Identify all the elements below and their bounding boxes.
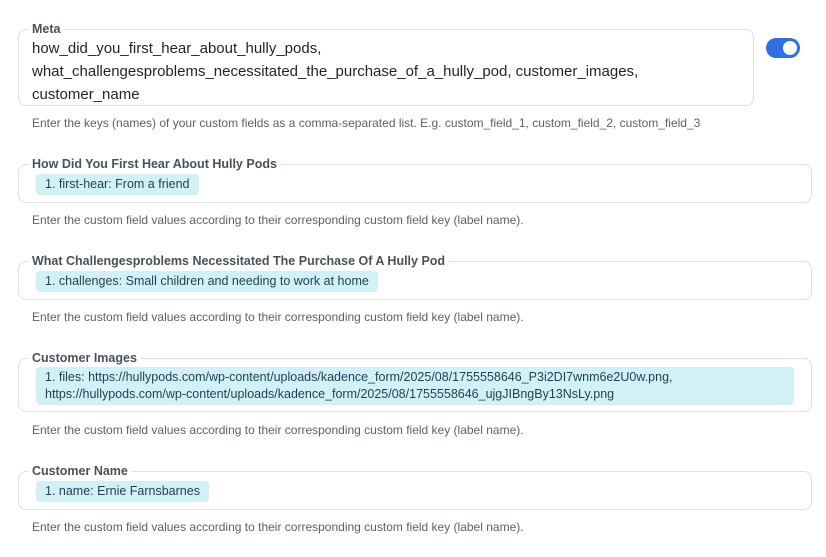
value-chip[interactable]: 1. challenges: Small children and needin… xyxy=(36,271,378,292)
field-label: What Challengesproblems Necessitated The… xyxy=(28,253,450,269)
field-value-box[interactable]: 1. name: Ernie Farnsbarnes xyxy=(18,471,812,510)
field-help-text: Enter the custom field values according … xyxy=(32,520,524,534)
field-label: Customer Images xyxy=(28,350,141,366)
field-help-text: Enter the custom field values according … xyxy=(32,423,524,437)
field-help-text: Enter the custom field values according … xyxy=(32,213,524,227)
field-help-text: Enter the custom field values according … xyxy=(32,310,524,324)
field-value-box[interactable]: 1. files: https://hullypods.com/wp-conte… xyxy=(18,358,812,412)
meta-label: Meta xyxy=(28,21,65,37)
value-chip[interactable]: 1. name: Ernie Farnsbarnes xyxy=(36,481,209,502)
meta-section: how_did_you_first_hear_about_hully_pods,… xyxy=(18,21,754,139)
meta-textarea[interactable]: how_did_you_first_hear_about_hully_pods,… xyxy=(18,29,754,106)
field-label: Customer Name xyxy=(28,463,132,479)
value-chip[interactable]: 1. first-hear: From a friend xyxy=(36,174,199,195)
toggle-knob xyxy=(783,41,797,55)
field-label: How Did You First Hear About Hully Pods xyxy=(28,156,281,172)
meta-toggle-switch[interactable] xyxy=(766,38,800,58)
meta-keys-text[interactable]: how_did_you_first_hear_about_hully_pods,… xyxy=(32,37,743,106)
value-chip[interactable]: 1. files: https://hullypods.com/wp-conte… xyxy=(36,367,794,405)
meta-help-text: Enter the keys (names) of your custom fi… xyxy=(32,116,701,130)
